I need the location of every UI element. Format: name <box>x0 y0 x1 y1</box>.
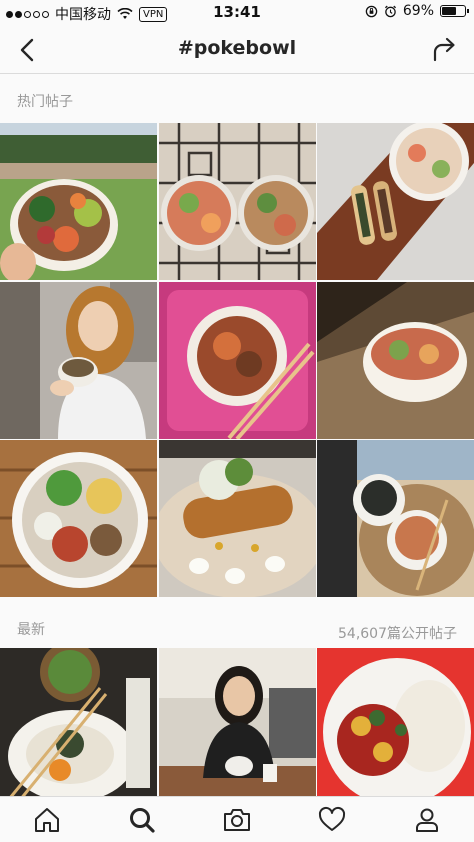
orientation-lock-icon <box>365 5 378 17</box>
profile-icon <box>415 808 438 832</box>
post-thumbnail[interactable] <box>317 123 474 280</box>
post-thumbnail[interactable] <box>0 123 157 280</box>
post-thumbnail[interactable] <box>158 440 316 597</box>
navigation-bar: #pokebowl <box>0 26 474 74</box>
share-arrow-icon <box>433 37 455 62</box>
tab-home[interactable] <box>27 800 67 840</box>
post-thumbnail[interactable] <box>317 281 474 439</box>
battery-percent: 69% <box>402 3 434 19</box>
tab-bar <box>0 796 474 842</box>
home-icon <box>35 807 60 832</box>
alarm-icon <box>384 5 396 17</box>
tab-activity[interactable] <box>312 800 352 840</box>
post-thumbnail[interactable] <box>317 648 474 805</box>
post-thumbnail[interactable] <box>158 648 316 805</box>
post-thumbnail[interactable] <box>158 281 316 439</box>
top-posts-grid <box>0 123 474 597</box>
share-button[interactable] <box>428 34 460 66</box>
heart-icon <box>318 806 345 831</box>
recent-header: 最新 54,607篇公开帖子 <box>0 603 474 651</box>
recent-label: 最新 <box>17 622 45 638</box>
search-icon <box>130 807 155 833</box>
post-thumbnail[interactable] <box>0 281 157 439</box>
page-title: #pokebowl <box>177 37 297 59</box>
post-thumbnail[interactable] <box>0 648 157 805</box>
top-posts-header: 热门帖子 <box>0 75 474 123</box>
tab-profile[interactable] <box>407 800 447 840</box>
tab-search[interactable] <box>122 800 162 840</box>
post-thumbnail[interactable] <box>158 123 316 280</box>
status-bar: 中国移动 VPN 13:41 69% <box>0 0 474 26</box>
post-count: 54,607篇公开帖子 <box>338 626 457 642</box>
camera-icon <box>223 808 250 831</box>
top-posts-label: 热门帖子 <box>17 94 73 110</box>
recent-posts-grid <box>0 648 474 805</box>
tab-camera[interactable] <box>217 800 257 840</box>
post-thumbnail[interactable] <box>317 440 474 597</box>
post-thumbnail[interactable] <box>0 440 157 597</box>
battery-icon <box>440 5 469 17</box>
